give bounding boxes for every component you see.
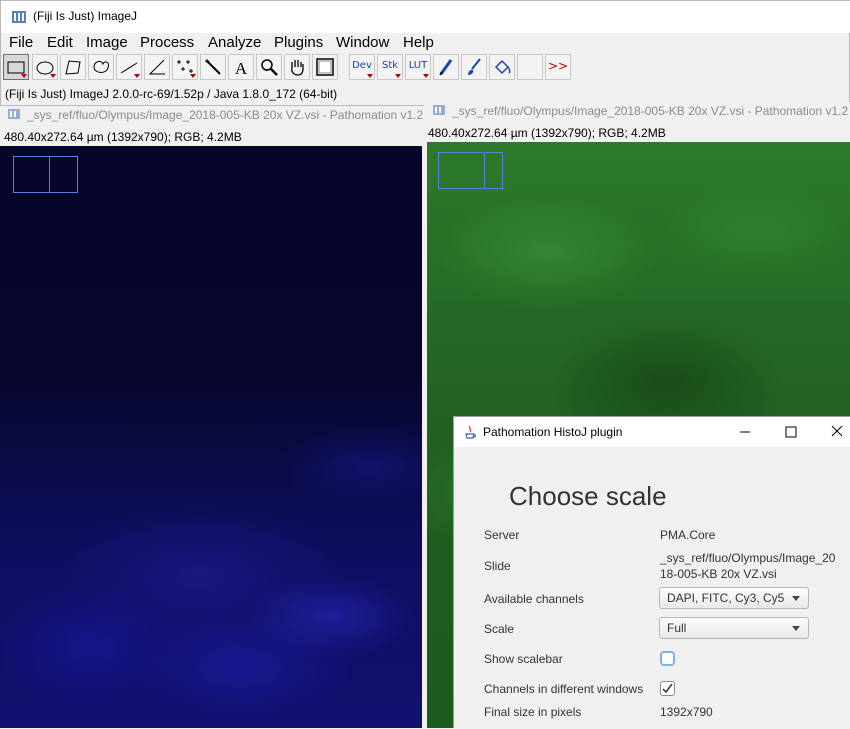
freehand-tool[interactable] [88, 54, 114, 80]
rectangle-tool[interactable] [3, 54, 29, 80]
pencil-icon [439, 59, 453, 76]
dialog-heading: Choose scale [509, 481, 667, 511]
text-tool[interactable]: A [228, 54, 254, 80]
svg-text:A: A [235, 59, 248, 78]
imagej-titlebar[interactable]: (Fiji Is Just) ImageJ [1, 1, 850, 33]
different-windows-checkbox[interactable] [660, 681, 675, 696]
slide-value-line2: 18-005-KB 20x VZ.vsi [660, 567, 777, 581]
dialog-title: Pathomation HistoJ plugin [483, 425, 623, 439]
hand-icon [291, 60, 304, 76]
flood-fill-icon [494, 59, 511, 75]
final-size-value: 1392x790 [660, 705, 713, 719]
java-icon [462, 424, 478, 440]
image-info-label: 480.40x272.64 µm (1392x790); RGB; 4.2MB [4, 130, 242, 144]
navigator-divider [49, 157, 50, 192]
imagej-window-title: (Fiji Is Just) ImageJ [33, 9, 138, 23]
imagej-window-icon [433, 105, 445, 115]
navigator-overview-box[interactable] [13, 156, 78, 193]
polygon-tool[interactable] [60, 54, 86, 80]
scalebar-label: Show scalebar [484, 652, 563, 666]
menu-file[interactable]: File [9, 34, 33, 51]
maximize-icon [785, 426, 797, 438]
more-tools-label: >> [547, 59, 569, 73]
imagej-window-icon [8, 109, 20, 119]
stacks-menu-tool[interactable]: Stk [377, 54, 403, 80]
different-windows-label: Channels in different windows [484, 682, 644, 696]
wand-tool[interactable] [200, 54, 226, 80]
color-picker-tool[interactable] [312, 54, 338, 80]
navigator-overview-box[interactable] [438, 152, 503, 189]
navigator-divider [484, 153, 485, 188]
scale-dropdown[interactable]: Full [659, 617, 809, 639]
color-picker-icon [316, 58, 334, 76]
menu-window[interactable]: Window [336, 34, 389, 51]
imagej-app-icon [11, 9, 27, 25]
server-value: PMA.Core [660, 528, 716, 542]
oval-tool[interactable] [32, 54, 58, 80]
channels-label: Available channels [484, 592, 584, 606]
menu-analyze[interactable]: Analyze [208, 34, 261, 51]
dev-menu-tool[interactable]: Dev [349, 54, 375, 80]
histoj-plugin-dialog: Pathomation HistoJ plugin Choose scale S… [453, 416, 850, 729]
line-tool[interactable] [116, 54, 142, 80]
hand-tool[interactable] [284, 54, 310, 80]
channels-dropdown-value: DAPI, FITC, Cy3, Cy5 [667, 591, 785, 605]
slide-label: Slide [484, 559, 511, 573]
menu-process[interactable]: Process [140, 34, 194, 51]
menu-bar: File Edit Image Process Analyze Plugins … [1, 33, 850, 53]
image-window-title: _sys_ref/fluo/Olympus/Image_2018-005-KB … [27, 108, 424, 122]
server-label: Server [484, 528, 520, 542]
scale-label: Scale [484, 622, 515, 636]
multipoint-tool[interactable] [172, 54, 198, 80]
chevron-down-icon [792, 626, 800, 631]
dapi-image-canvas[interactable] [0, 146, 422, 728]
minimize-icon [740, 431, 750, 433]
paintbrush-tool[interactable] [461, 54, 487, 80]
status-bar-text: (Fiji Is Just) ImageJ 2.0.0-rc-69/1.52p … [5, 87, 338, 101]
close-icon [831, 425, 843, 437]
lut-menu-tool[interactable]: LUT [405, 54, 431, 80]
slide-value-line1: _sys_ref/fluo/Olympus/Image_20 [660, 551, 836, 565]
magnifier-tool[interactable] [256, 54, 282, 80]
angle-icon [148, 59, 165, 75]
menu-image[interactable]: Image [86, 34, 128, 51]
magnifier-icon [261, 59, 278, 76]
paintbrush-icon [468, 58, 481, 75]
menu-help[interactable]: Help [403, 34, 434, 51]
flood-fill-tool[interactable] [489, 54, 515, 80]
more-tools-button[interactable]: >> [545, 54, 571, 80]
final-size-label: Final size in pixels [484, 705, 582, 719]
scale-dropdown-value: Full [667, 621, 687, 635]
pencil-tool[interactable] [433, 54, 459, 80]
checkmark-icon [662, 683, 673, 694]
menu-edit[interactable]: Edit [47, 34, 73, 51]
minimize-button[interactable] [730, 421, 760, 443]
close-button[interactable] [821, 421, 850, 443]
freehand-icon [93, 60, 109, 73]
dialog-content: Choose scale Server PMA.Core Slide _sys_… [454, 447, 850, 729]
channels-dropdown[interactable]: DAPI, FITC, Cy3, Cy5 [659, 587, 809, 609]
image-window-title: _sys_ref/fluo/Olympus/Image_2018-005-KB … [452, 104, 849, 118]
polygon-icon [65, 60, 81, 75]
maximize-button[interactable] [776, 421, 806, 443]
chevron-down-icon [792, 596, 800, 601]
wand-icon [205, 59, 221, 75]
menu-plugins[interactable]: Plugins [274, 34, 323, 51]
dev-label: Dev [352, 60, 372, 71]
show-scalebar-checkbox[interactable] [660, 651, 675, 666]
image-info-label: 480.40x272.64 µm (1392x790); RGB; 4.2MB [428, 126, 666, 140]
stk-label: Stk [381, 60, 399, 71]
text-icon: A [235, 59, 248, 78]
imagej-main-window: (Fiji Is Just) ImageJ File Edit Image Pr… [0, 0, 850, 106]
empty-tool-slot[interactable] [517, 54, 543, 80]
angle-tool[interactable] [144, 54, 170, 80]
dialog-titlebar[interactable]: Pathomation HistoJ plugin [454, 417, 850, 447]
lut-label: LUT [408, 60, 428, 71]
